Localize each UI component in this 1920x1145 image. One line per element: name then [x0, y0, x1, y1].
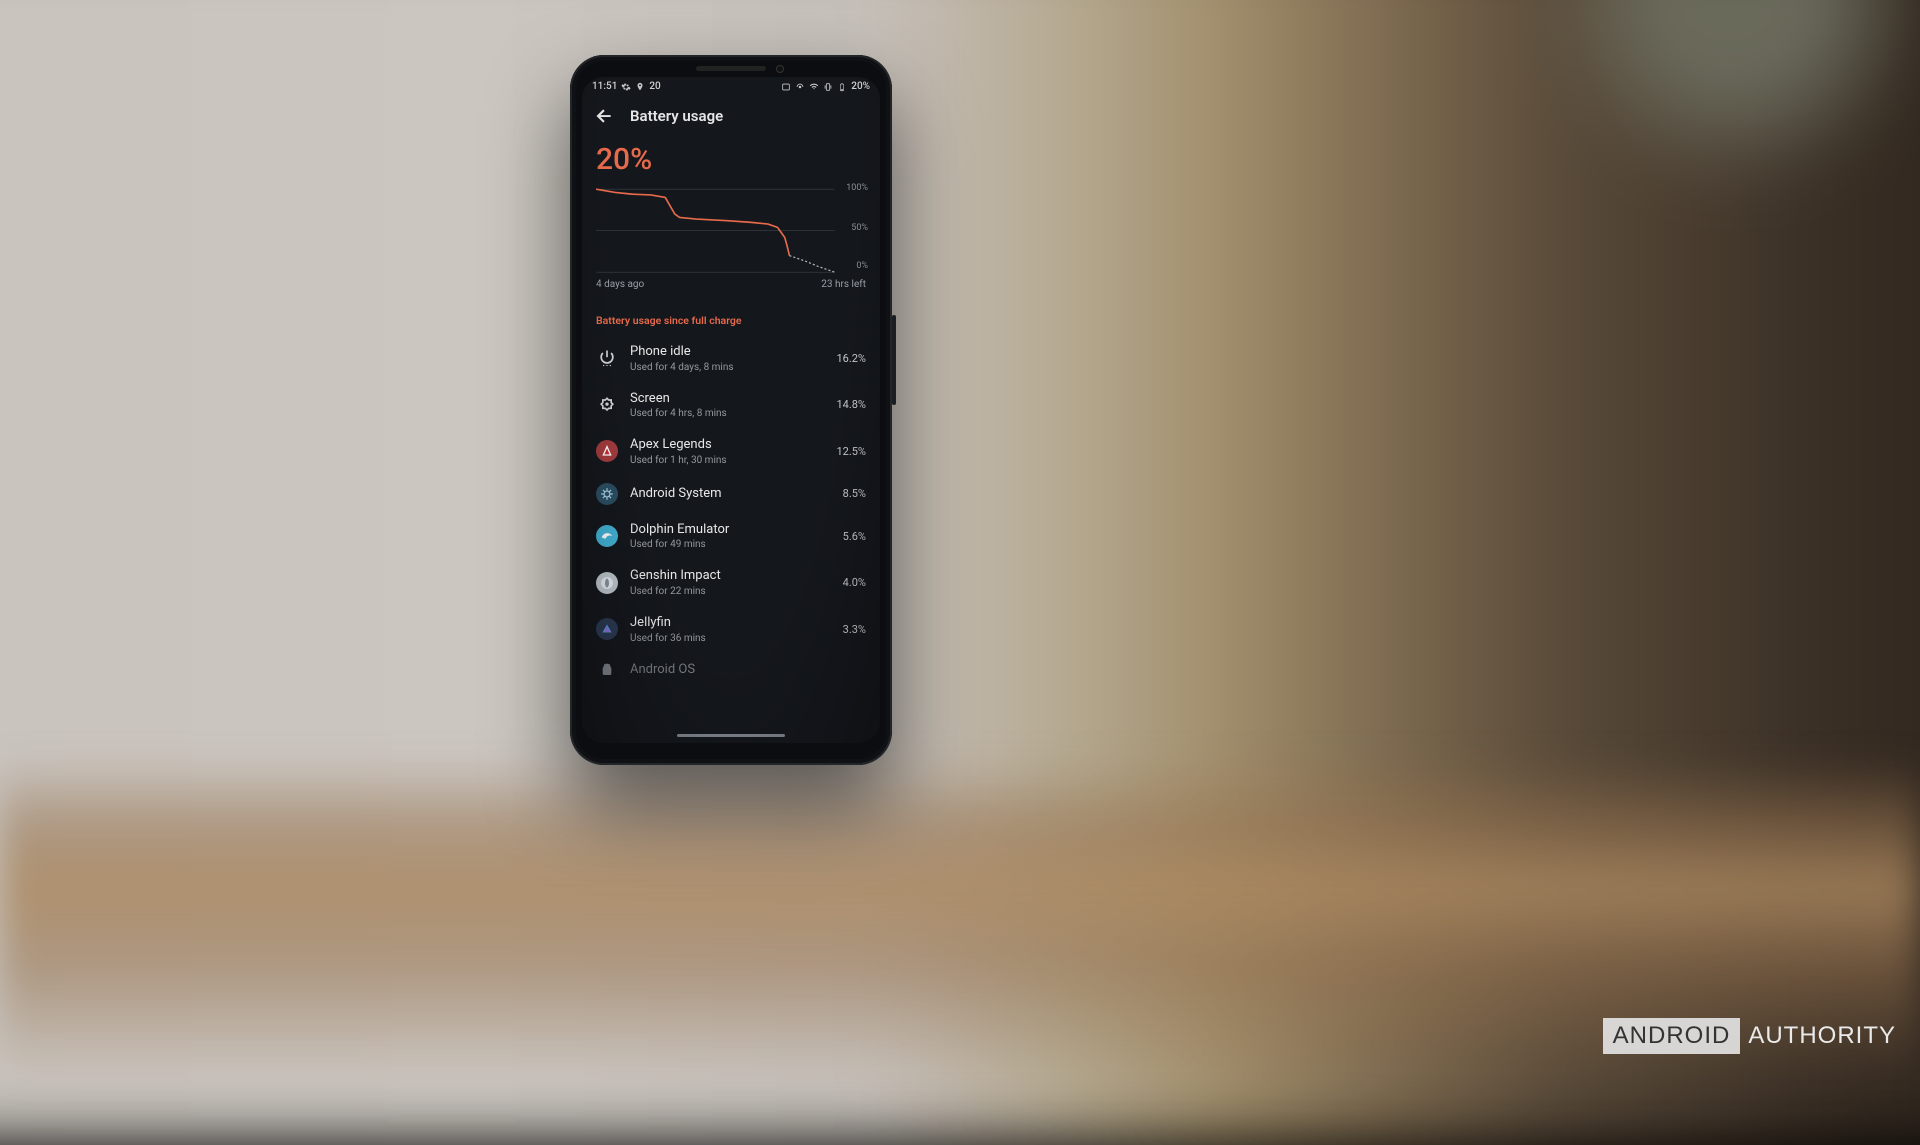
usage-row-subtext: Used for 4 hrs, 8 mins: [630, 408, 824, 419]
chart-x-axis: 4 days ago 23 hrs left: [596, 279, 866, 290]
vibrate-icon: [823, 82, 833, 92]
usage-row[interactable]: ScreenUsed for 4 hrs, 8 mins 14.8%: [582, 382, 880, 429]
phone-frame: 11:51 20 20% Battery usage 20%: [570, 55, 892, 765]
jellyfin-icon: [596, 618, 618, 640]
usage-row-percent: 12.5%: [836, 445, 866, 458]
dolphin-icon: [596, 525, 618, 547]
status-battery-text: 20%: [851, 81, 870, 92]
usage-row-name: Android OS: [630, 662, 695, 677]
usage-row[interactable]: Dolphin EmulatorUsed for 49 mins 5.6%: [582, 513, 880, 560]
watermark-rest: AUTHORITY: [1748, 1022, 1896, 1050]
back-button[interactable]: [592, 104, 616, 128]
genshin-icon: [596, 572, 618, 594]
chart-x-end: 23 hrs left: [821, 279, 866, 290]
section-label: Battery usage since full charge: [582, 290, 880, 333]
usage-row-subtext: Used for 4 days, 8 mins: [630, 362, 824, 373]
location-icon: [635, 82, 645, 92]
usage-row[interactable]: Apex Legends Used for 1 hr, 30 mins 12.5%: [582, 428, 880, 475]
status-bar: 11:51 20 20%: [582, 77, 880, 94]
usage-row-name: Genshin Impact: [630, 568, 831, 584]
usage-row-name: Dolphin Emulator: [630, 522, 831, 538]
usage-row-percent: 3.3%: [843, 623, 866, 636]
usage-row-subtext: Used for 22 mins: [630, 586, 831, 597]
hotspot-icon: [795, 82, 805, 92]
app-bar: Battery usage: [582, 94, 880, 138]
usage-row[interactable]: Jellyfin Used for 36 mins 3.3%: [582, 606, 880, 653]
phone-screen: 11:51 20 20% Battery usage 20%: [582, 77, 880, 743]
usage-row-name: Apex Legends: [630, 437, 824, 453]
usage-row-percent: 8.5%: [843, 487, 866, 500]
arrow-left-icon: [594, 106, 614, 126]
chart-x-start: 4 days ago: [596, 279, 644, 290]
usage-row-subtext: Used for 36 mins: [630, 633, 831, 644]
status-time: 11:51: [592, 81, 617, 92]
sim-icon: [781, 82, 791, 92]
usage-row-name: Android System: [630, 486, 831, 502]
android-sys-icon: [596, 483, 618, 505]
battery-chart-svg: [596, 185, 866, 276]
usage-row-subtext: Used for 1 hr, 30 mins: [630, 455, 824, 466]
page-title: Battery usage: [630, 107, 723, 125]
phone-earpiece: [696, 66, 766, 71]
usage-row[interactable]: Genshin Impact Used for 22 mins 4.0%: [582, 559, 880, 606]
watermark-boxed: ANDROID: [1603, 1018, 1741, 1054]
android-icon: [596, 659, 618, 681]
battery-history-chart[interactable]: 100% 50% 0%: [596, 185, 866, 273]
usage-row-name: Screen: [630, 391, 824, 407]
status-temperature: 20: [649, 81, 660, 92]
usage-row-subtext: Used for 49 mins: [630, 539, 831, 550]
usage-row-percent: 16.2%: [836, 352, 866, 365]
usage-row-cutoff[interactable]: Android OS: [582, 653, 880, 681]
usage-row[interactable]: Android System 8.5%: [582, 475, 880, 513]
usage-row-percent: 4.0%: [843, 576, 866, 589]
phone-selfie-camera: [776, 65, 784, 73]
wifi-icon: [809, 82, 819, 92]
usage-row-percent: 5.6%: [843, 530, 866, 543]
watermark: ANDROID AUTHORITY: [1603, 1018, 1896, 1054]
battery-percent-large: 20%: [582, 138, 880, 179]
gear-icon: [621, 82, 631, 92]
battery-usage-list: Phone idle Used for 4 days, 8 mins 16.2% Sc…: [582, 333, 880, 681]
power-icon: [596, 347, 618, 369]
usage-row-name: Jellyfin: [630, 615, 831, 631]
usage-row-percent: 14.8%: [836, 398, 866, 411]
gesture-nav-bar[interactable]: [677, 734, 785, 737]
apex-icon: [596, 440, 618, 462]
battery-icon: [837, 82, 847, 92]
usage-row[interactable]: Phone idle Used for 4 days, 8 mins 16.2%: [582, 335, 880, 382]
brightness-icon: [596, 394, 618, 416]
usage-row-name: Phone idle: [630, 344, 824, 360]
